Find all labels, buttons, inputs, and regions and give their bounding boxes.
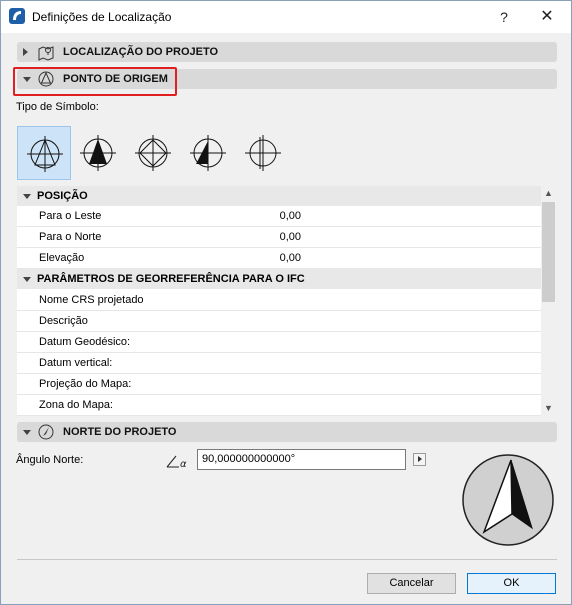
survey-point-icon xyxy=(38,71,54,87)
group-label: POSIÇÃO xyxy=(37,190,88,202)
row-label: Nome CRS projetado xyxy=(39,294,144,306)
row-label: Projeção do Mapa: xyxy=(39,378,132,390)
collapse-arrow-icon[interactable] xyxy=(23,277,31,282)
location-settings-dialog: Definições de Localização ? ✕ LOCALIZAÇÃ… xyxy=(0,0,572,605)
scroll-down-icon[interactable]: ▼ xyxy=(541,401,556,416)
crosshair-plain-icon xyxy=(245,135,281,171)
symbol-crosshair-half-filled[interactable] xyxy=(181,126,235,180)
group-ifc-georeference[interactable]: PARÂMETROS DE GEORREFERÊNCIA PARA O IFC xyxy=(17,269,541,289)
row-value[interactable]: 0,00 xyxy=(267,252,301,264)
crosshair-triangle-outline-icon xyxy=(27,136,63,172)
angle-alpha-icon: α xyxy=(166,455,187,469)
table-row[interactable]: Nome CRS projetado xyxy=(17,290,541,311)
north-angle-label: Ângulo Norte: xyxy=(16,454,84,466)
map-pin-icon xyxy=(38,46,54,61)
window-title: Definições de Localização xyxy=(32,10,172,24)
table-row[interactable]: Descrição xyxy=(17,311,541,332)
symbol-type-label: Tipo de Símbolo: xyxy=(16,101,99,113)
section-label: NORTE DO PROJETO xyxy=(63,426,177,438)
collapse-arrow-icon[interactable] xyxy=(23,77,31,82)
north-compass-preview-icon xyxy=(462,454,554,546)
crosshair-triangle-filled-icon xyxy=(80,135,116,171)
table-row[interactable]: Datum Geodésico: xyxy=(17,332,541,353)
title-bar[interactable]: Definições de Localização ? ✕ xyxy=(1,1,571,33)
symbol-crosshair-triangle-filled[interactable] xyxy=(71,126,125,180)
table-row[interactable]: Elevação 0,00 xyxy=(17,248,541,269)
section-origin-point[interactable]: PONTO DE ORIGEM xyxy=(17,69,557,89)
north-compass-icon xyxy=(38,424,54,440)
row-label: Zona do Mapa: xyxy=(39,399,113,411)
section-project-north[interactable]: NORTE DO PROJETO xyxy=(17,422,557,442)
table-row[interactable]: Zona do Mapa: xyxy=(17,395,541,416)
row-label: Para o Norte xyxy=(39,231,102,243)
angle-pick-button[interactable] xyxy=(413,453,426,466)
row-label: Datum vertical: xyxy=(39,357,113,369)
table-row[interactable]: Datum vertical: xyxy=(17,353,541,374)
svg-text:α: α xyxy=(180,459,187,469)
symbol-crosshair-plain[interactable] xyxy=(236,126,290,180)
collapse-arrow-icon[interactable] xyxy=(23,430,31,435)
row-label: Descrição xyxy=(39,315,88,327)
section-label: PONTO DE ORIGEM xyxy=(63,73,168,85)
cancel-button[interactable]: Cancelar xyxy=(367,573,456,594)
section-label: LOCALIZAÇÃO DO PROJETO xyxy=(63,46,219,58)
play-arrow-icon xyxy=(418,456,422,462)
row-label: Para o Leste xyxy=(39,210,102,222)
table-row[interactable]: Projeção do Mapa: xyxy=(17,374,541,395)
scroll-up-icon[interactable]: ▲ xyxy=(541,186,556,201)
close-button[interactable]: ✕ xyxy=(529,1,565,33)
properties-grid: POSIÇÃO Para o Leste 0,00 Para o Norte 0… xyxy=(17,186,541,416)
table-row[interactable]: Para o Leste 0,00 xyxy=(17,206,541,227)
scroll-thumb[interactable] xyxy=(542,202,555,302)
row-label: Elevação xyxy=(39,252,85,264)
footer-divider xyxy=(17,559,557,560)
crosshair-half-filled-icon xyxy=(190,135,226,171)
north-angle-input[interactable]: 90,000000000000° xyxy=(197,449,406,470)
archicad-app-icon xyxy=(9,8,25,24)
group-label: PARÂMETROS DE GEORREFERÊNCIA PARA O IFC xyxy=(37,273,305,285)
group-position[interactable]: POSIÇÃO xyxy=(17,186,541,206)
symbol-crosshair-triangle-outline[interactable] xyxy=(17,126,71,180)
table-row[interactable]: Para o Norte 0,00 xyxy=(17,227,541,248)
row-value[interactable]: 0,00 xyxy=(267,210,301,222)
help-button[interactable]: ? xyxy=(486,1,522,33)
ok-button[interactable]: OK xyxy=(467,573,556,594)
collapse-arrow-icon[interactable] xyxy=(23,194,31,199)
expand-arrow-icon[interactable] xyxy=(23,48,28,56)
row-value[interactable]: 0,00 xyxy=(267,231,301,243)
crosshair-diamond-icon xyxy=(135,135,171,171)
grid-scrollbar[interactable]: ▲ ▼ xyxy=(541,186,556,416)
symbol-crosshair-diamond[interactable] xyxy=(126,126,180,180)
section-project-location[interactable]: LOCALIZAÇÃO DO PROJETO xyxy=(17,42,557,62)
row-label: Datum Geodésico: xyxy=(39,336,131,348)
